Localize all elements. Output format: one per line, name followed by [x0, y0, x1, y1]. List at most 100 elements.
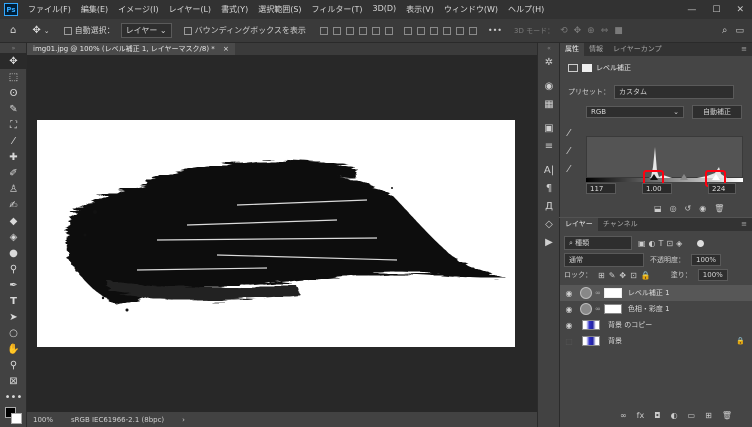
clip-to-layer-icon[interactable]: ⬓ [654, 204, 662, 213]
dock-collapse-icon[interactable]: « [538, 43, 560, 53]
trash-icon[interactable]: 🗑 [714, 204, 724, 213]
input-black-field[interactable]: 117 [586, 183, 616, 194]
layer-row-background-copy[interactable]: ◉ 背景 のコピー [560, 317, 752, 333]
edit-toolbar-button[interactable]: ••• [0, 389, 27, 405]
frame-tool-button[interactable]: ⊠ [0, 373, 27, 389]
pen-tool-button[interactable]: ✒ [0, 277, 27, 293]
eye-icon[interactable]: ◉ [560, 305, 578, 314]
zoom-level[interactable]: 100% [33, 416, 53, 424]
distribute-right-icon[interactable] [468, 26, 477, 35]
tab-layer-comps[interactable]: レイヤーカンプ [608, 43, 667, 56]
filter-icons[interactable]: ▣◐T⊡◈ [638, 239, 685, 248]
close-window-button[interactable]: ✕ [736, 5, 744, 15]
healing-tool-button[interactable]: ✚ [0, 149, 27, 165]
new-group-icon[interactable]: ▭ [688, 411, 696, 420]
align-hcenter-icon[interactable] [332, 26, 341, 35]
menu-select[interactable]: 選択範囲(S) [258, 4, 301, 15]
new-adjustment-icon[interactable]: ◐ [671, 411, 678, 420]
auto-select-dropdown[interactable]: レイヤー ⌄ [120, 23, 172, 38]
auto-button[interactable]: 自動補正 [692, 105, 742, 119]
fill-field[interactable]: 100% [697, 269, 728, 281]
menu-view[interactable]: 表示(V) [406, 4, 434, 15]
black-point-eyedropper-icon[interactable]: ⁄ [568, 125, 570, 143]
tab-channels[interactable]: チャンネル [598, 218, 643, 231]
visibility-icon[interactable]: ◉ [699, 204, 706, 213]
stamp-tool-button[interactable]: ♙ [0, 181, 27, 197]
add-mask-icon[interactable]: ◘ [654, 411, 660, 420]
show-bbox-toggle[interactable]: バウンディングボックスを表示 [183, 25, 306, 36]
document-tab[interactable]: img01.jpg @ 100% (レベル補正 1, レイヤーマスク/8) * … [27, 43, 235, 55]
eye-icon[interactable]: ◉ [560, 289, 578, 298]
eye-hidden-icon[interactable]: □ [560, 337, 578, 346]
menu-help[interactable]: ヘルプ(H) [508, 4, 544, 15]
move-tool-button[interactable]: ✥ [0, 53, 27, 69]
shape-tool-button[interactable]: ○ [0, 325, 27, 341]
align-right-icon[interactable] [345, 26, 354, 35]
menu-3d[interactable]: 3D(D) [373, 4, 397, 15]
menu-image[interactable]: イメージ(I) [118, 4, 158, 15]
zoom-tool-button[interactable]: ⚲ [0, 357, 27, 373]
align-vcenter-icon[interactable] [371, 26, 380, 35]
crop-tool-button[interactable]: ⛶ [0, 117, 27, 133]
layer-row-levels[interactable]: ◉ ∞ レベル補正 1 [560, 285, 752, 301]
background-color-swatch[interactable] [11, 413, 22, 424]
distribute-bottom-icon[interactable] [429, 26, 438, 35]
layer-row-hue-saturation[interactable]: ◉ ∞ 色相・彩度 1 [560, 301, 752, 317]
hand-tool-button[interactable]: ✋ [0, 341, 27, 357]
quick-select-tool-button[interactable]: ✎ [0, 101, 27, 117]
align-bottom-icon[interactable] [384, 26, 393, 35]
status-menu-arrow[interactable]: › [182, 416, 185, 424]
more-options-button[interactable]: ••• [488, 26, 502, 35]
eye-icon[interactable]: ◉ [560, 321, 578, 330]
tab-properties[interactable]: 属性 [560, 43, 584, 56]
channel-select[interactable]: RGB ⌄ [586, 106, 684, 118]
close-tab-icon[interactable]: × [223, 45, 229, 53]
type-tool-button[interactable]: T [0, 293, 27, 309]
menu-file[interactable]: ファイル(F) [28, 4, 71, 15]
layer-mask-thumbnail[interactable] [603, 288, 622, 298]
menu-edit[interactable]: 編集(E) [81, 4, 108, 15]
menu-window[interactable]: ウィンドウ(W) [444, 4, 498, 15]
layer-mask-thumbnail[interactable] [603, 304, 622, 314]
auto-select-checkbox[interactable] [63, 26, 72, 35]
workspace-icon[interactable]: ▭ [735, 26, 744, 36]
brush-tool-button[interactable]: ✐ [0, 165, 27, 181]
path-select-tool-button[interactable]: ➤ [0, 309, 27, 325]
input-white-field[interactable]: 224 [708, 183, 736, 194]
menu-filter[interactable]: フィルター(T) [312, 4, 363, 15]
distribute-hcenter-icon[interactable] [455, 26, 464, 35]
fx-icon[interactable]: fx [637, 411, 645, 420]
brush-panel-icon[interactable]: ▣ [538, 119, 560, 137]
reset-icon[interactable]: ↺ [685, 204, 692, 213]
marquee-tool-button[interactable]: ⬚ [0, 69, 27, 85]
blur-tool-button[interactable]: ● [0, 245, 27, 261]
blend-mode-dropdown[interactable]: 通常 [564, 253, 644, 267]
dodge-tool-button[interactable]: ⚲ [0, 261, 27, 277]
filter-toggle-icon[interactable] [697, 239, 705, 247]
layer-row-background[interactable]: □ 背景 🔒 [560, 333, 752, 349]
swatches-grid-icon[interactable]: ▦ [538, 95, 560, 113]
filter-kind-dropdown[interactable]: ⌕ 種類 [564, 236, 632, 250]
white-point-eyedropper-icon[interactable]: ⁄ [568, 161, 570, 179]
channel-dropdown[interactable]: RGB ⌄ [586, 106, 684, 118]
gamma-input-slider[interactable] [680, 174, 688, 180]
history-brush-tool-button[interactable]: ✍ [0, 197, 27, 213]
lock-icons[interactable]: ⊞✎✥⊡🔒 [598, 271, 655, 280]
search-icon[interactable]: ⌕ [722, 25, 728, 36]
distribute-left-icon[interactable] [442, 26, 451, 35]
panel-collapse-icon[interactable]: » [0, 43, 27, 53]
eraser-tool-button[interactable]: ◆ [0, 213, 27, 229]
layers-menu-icon[interactable]: ≡ [736, 218, 752, 231]
delete-layer-icon[interactable]: 🗑 [722, 411, 732, 420]
character-icon[interactable]: A| [538, 161, 560, 179]
distribute-vcenter-icon[interactable] [416, 26, 425, 35]
eyedropper-tool-button[interactable]: ⁄ [0, 133, 27, 149]
actions-play-icon[interactable]: ▶ [538, 233, 560, 251]
minimize-button[interactable]: — [687, 5, 696, 15]
auto-select-toggle[interactable]: 自動選択： [63, 25, 115, 36]
new-layer-icon[interactable]: ⊞ [705, 411, 712, 420]
menu-layer[interactable]: レイヤー(L) [169, 4, 211, 15]
align-top-icon[interactable] [358, 26, 367, 35]
align-left-icon[interactable] [319, 26, 328, 35]
menu-type[interactable]: 書式(Y) [221, 4, 248, 15]
